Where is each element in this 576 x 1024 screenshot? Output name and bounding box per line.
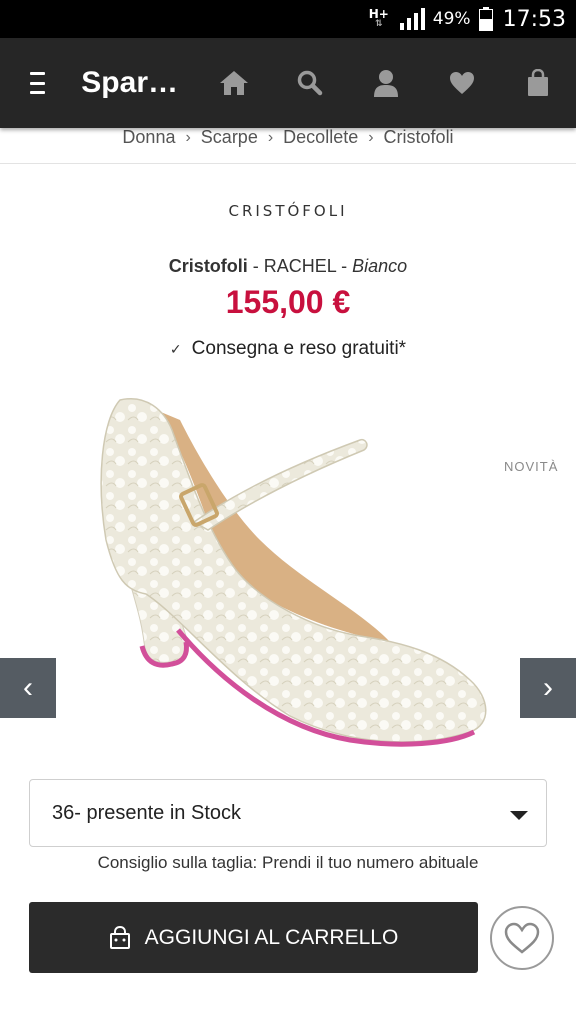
user-icon[interactable] — [348, 55, 424, 111]
status-bar: H+ ⇅ 49% 17:53 — [0, 0, 576, 38]
check-icon: ✓ — [169, 341, 182, 357]
gallery-prev-button[interactable]: ‹ — [0, 658, 56, 718]
breadcrumb-separator: › — [185, 128, 191, 146]
product-image[interactable] — [60, 380, 520, 770]
header-icons — [196, 55, 576, 111]
bag-icon[interactable] — [500, 55, 576, 111]
site-brand[interactable]: Spar… — [81, 66, 178, 100]
size-select[interactable]: 36- presente in Stock — [29, 779, 547, 847]
search-icon[interactable] — [272, 55, 348, 111]
shipping-info: ✓ Consegna e reso gratuiti* — [0, 338, 576, 360]
breadcrumb-item-scarpe[interactable]: Scarpe — [201, 127, 258, 148]
chevron-left-icon: ‹ — [23, 671, 33, 704]
breadcrumb-separator: › — [368, 128, 374, 146]
product-price: 155,00 € — [225, 284, 351, 320]
size-select-value: 36- presente in Stock — [52, 801, 241, 824]
battery-icon — [478, 7, 493, 31]
breadcrumb-item-decollete[interactable]: Decollete — [283, 127, 358, 148]
clock: 17:53 — [502, 6, 566, 32]
app-header: Spar… — [0, 38, 576, 128]
heart-icon[interactable] — [424, 55, 500, 111]
network-indicator: H+ ⇅ — [369, 8, 389, 29]
product-title: Cristofoli - RACHEL - Bianco — [0, 256, 576, 277]
battery-percent: 49% — [432, 9, 471, 29]
product-page: H+ ⇅ 49% 17:53 Spar… Donna › Scarpe › De… — [0, 0, 576, 1024]
product-brand: Cristofoli — [168, 256, 248, 276]
signal-icon — [399, 8, 425, 30]
lock-bag-icon — [109, 925, 130, 949]
menu-icon[interactable] — [30, 72, 46, 94]
caret-down-icon — [510, 811, 528, 820]
breadcrumb-separator: › — [267, 128, 274, 146]
gallery-next-button[interactable]: › — [520, 658, 576, 718]
breadcrumb-item-cristofoli[interactable]: Cristofoli — [384, 127, 454, 148]
product-model: RACHEL — [263, 256, 337, 276]
add-to-cart-button[interactable]: AGGIUNGI AL CARRELLO — [29, 902, 478, 973]
wishlist-button[interactable] — [490, 906, 554, 970]
chevron-right-icon: › — [543, 671, 553, 704]
product-color: Bianco — [352, 256, 408, 276]
new-badge: NOVITÀ — [504, 459, 559, 474]
breadcrumb-item-donna[interactable]: Donna — [122, 127, 175, 148]
shipping-text: Consegna e reso gratuiti* — [191, 338, 407, 359]
title-dash: - — [336, 256, 353, 276]
home-icon[interactable] — [196, 55, 272, 111]
add-to-cart-label: AGGIUNGI AL CARRELLO — [144, 925, 399, 949]
title-dash: - — [247, 256, 264, 276]
size-hint: Consiglio sulla taglia: Prendi il tuo nu… — [97, 853, 479, 872]
heart-outline-icon — [504, 922, 540, 954]
brand-logo[interactable]: CRISTÓFOLI — [0, 202, 576, 220]
